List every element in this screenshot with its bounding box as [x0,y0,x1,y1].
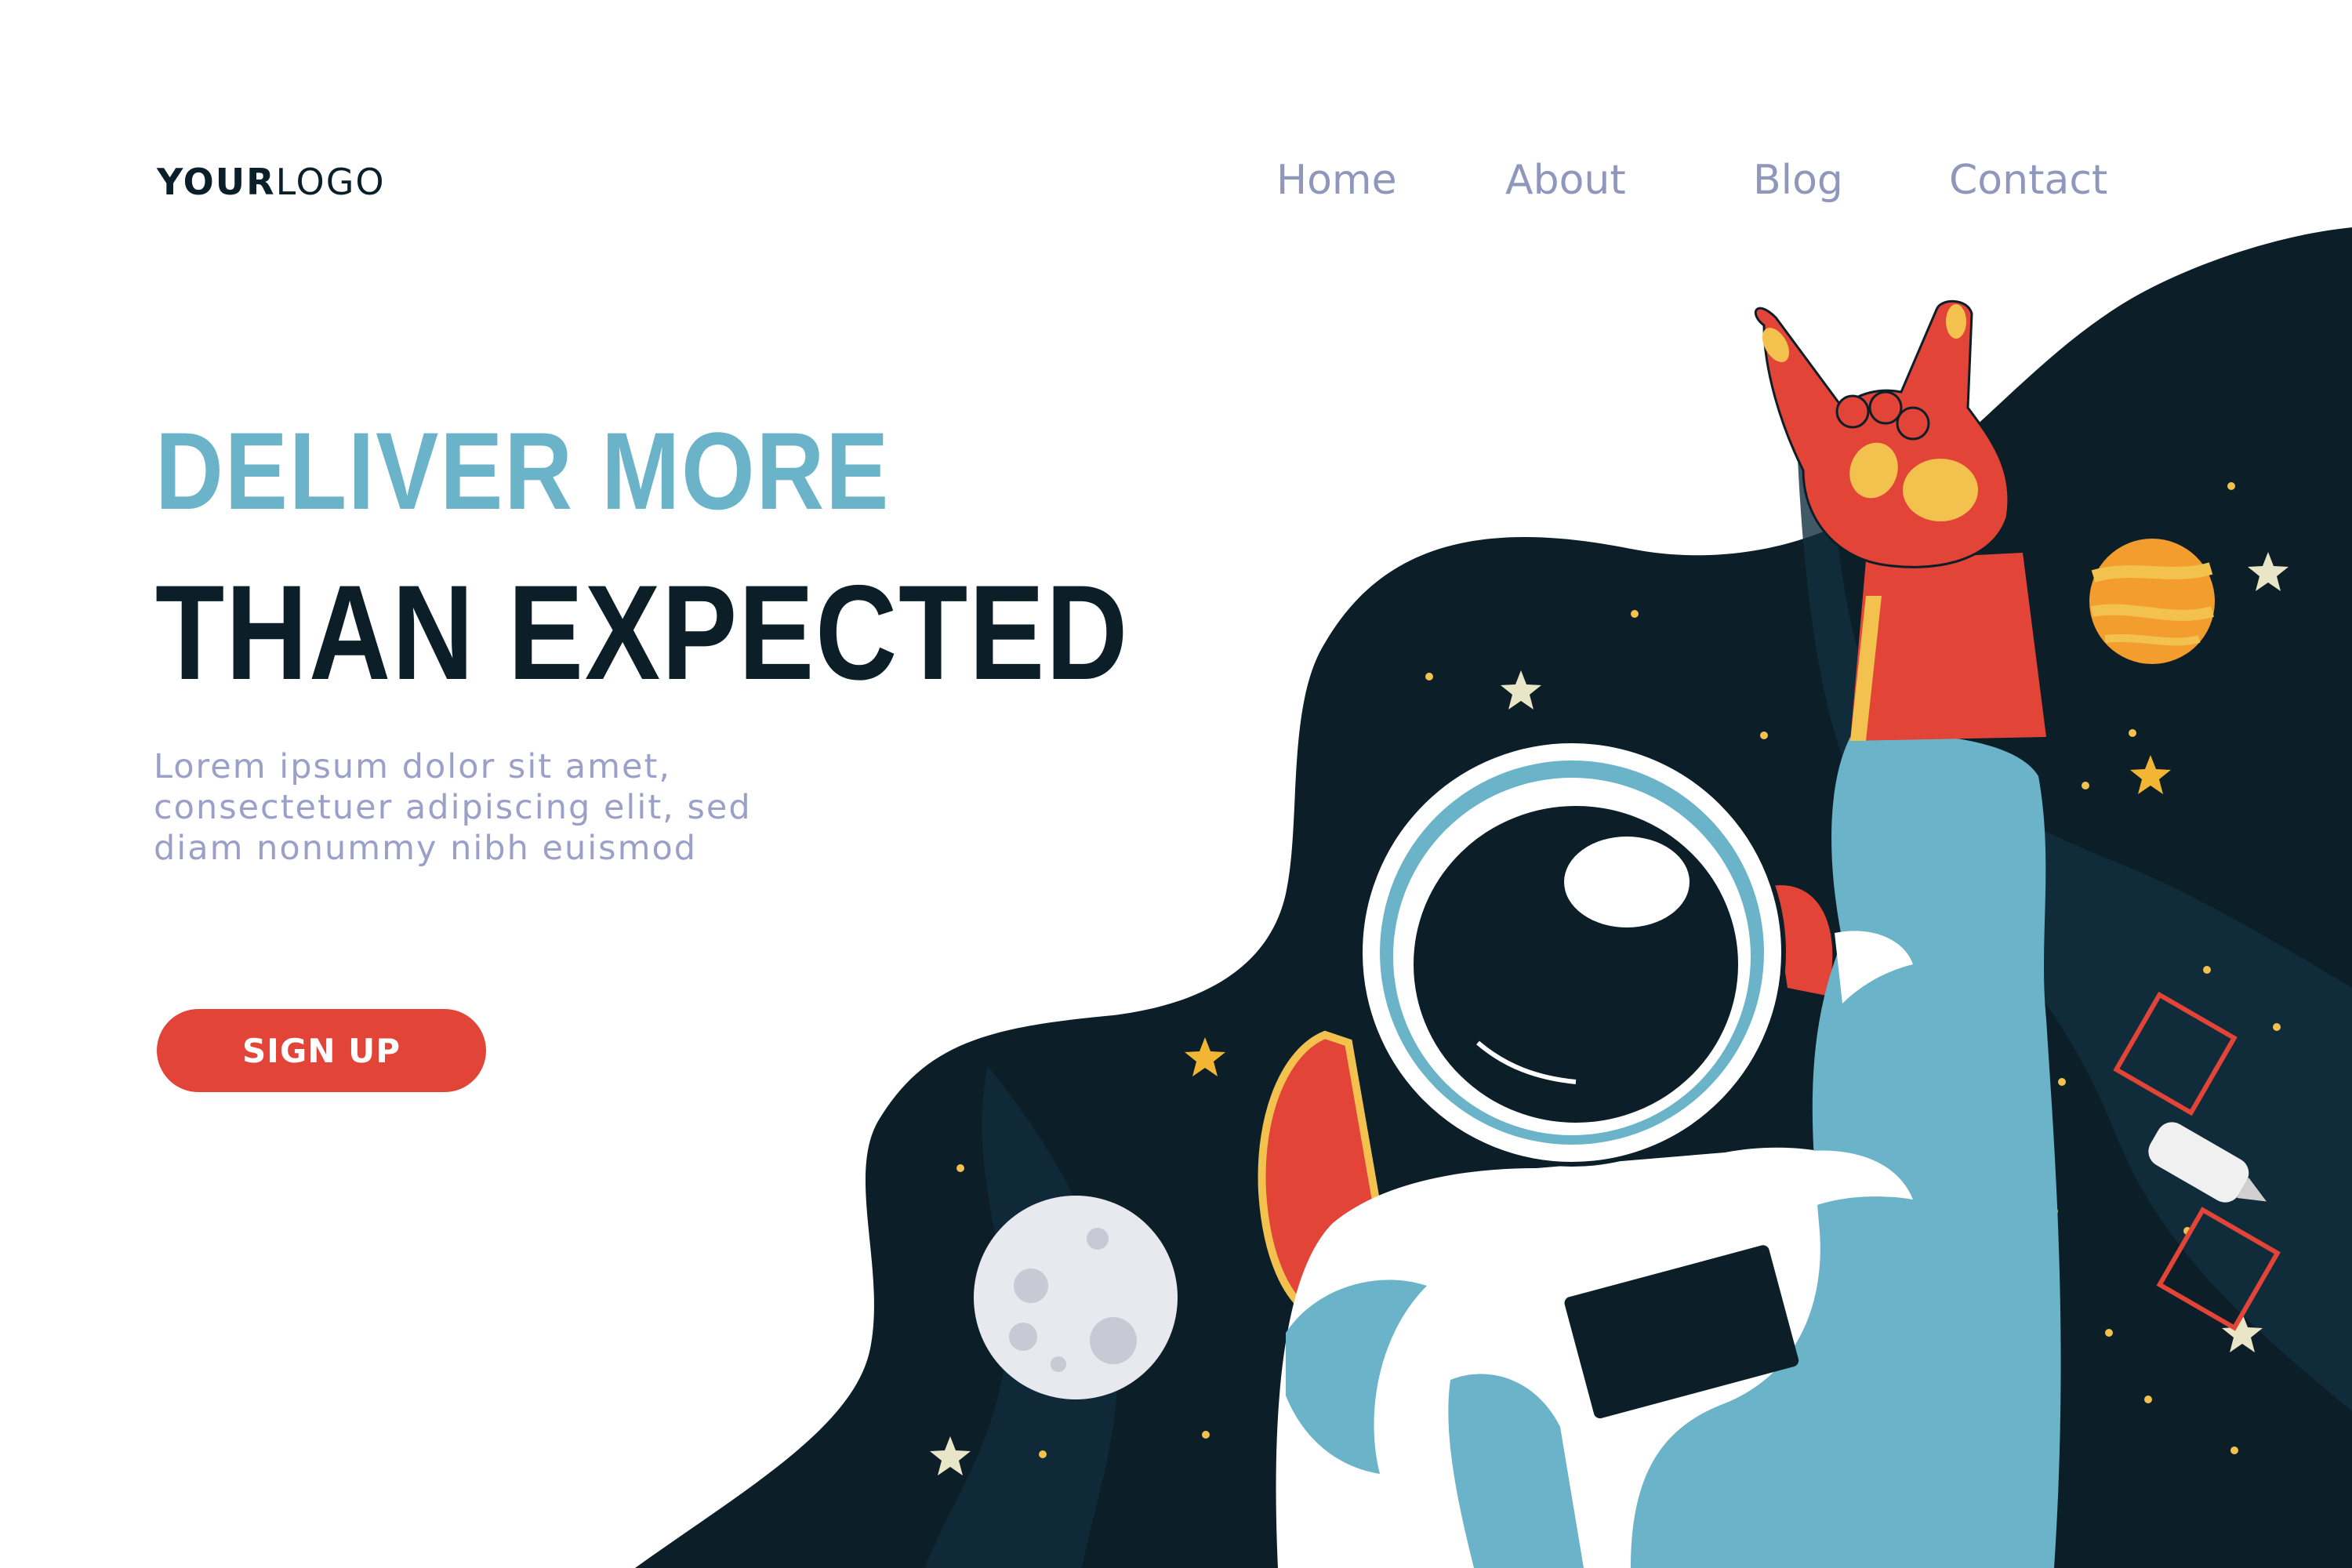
logo-text-light: LOGO [275,161,386,203]
planet-icon [2089,539,2215,664]
headline-line-2: THAN EXPECTED [155,557,1130,708]
moon-icon [974,1196,1178,1399]
astronaut-cuff [1850,553,2046,741]
nav-contact[interactable]: Contact [1949,157,2107,204]
nav-blog[interactable]: Blog [1753,157,1843,204]
logo-text-bold: YOUR [157,161,276,203]
hero-description: Lorem ipsum dolor sit amet, consectetuer… [154,746,828,869]
headline-line-1: DELIVER MORE [155,409,891,532]
nav-about[interactable]: About [1505,157,1626,204]
astronaut-helmet [1358,739,1786,1167]
hero-description-line: diam nonummy nibh euismod [154,829,698,868]
hero-description-line: consectetuer adipiscing elit, sed [154,788,752,827]
logo[interactable]: YOURLOGO [157,161,386,203]
nav-home[interactable]: Home [1276,157,1397,204]
hero-description-line: Lorem ipsum dolor sit amet, [154,747,672,786]
glove-icon [1754,299,2010,568]
sign-up-button[interactable]: SIGN UP [157,1009,486,1092]
